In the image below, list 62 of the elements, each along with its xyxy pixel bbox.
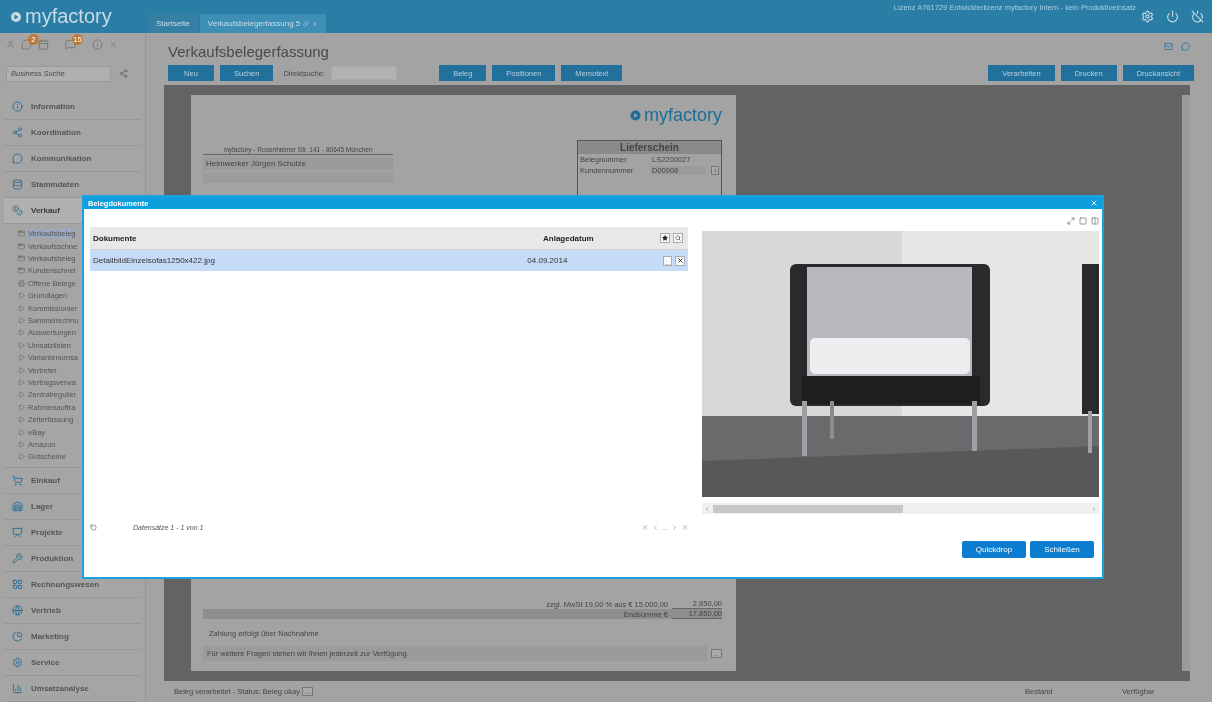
columns-icon[interactable]	[1091, 217, 1099, 225]
tab[interactable]: Startseite	[148, 14, 198, 33]
pie-chart-icon	[12, 631, 23, 642]
dialog-button[interactable]: Schließen	[1030, 541, 1094, 558]
app-logo: myfactory	[10, 5, 148, 28]
table-cell-text: 04.09.2014	[527, 256, 569, 265]
wrench-icon	[12, 553, 23, 564]
count-badge: 15	[72, 34, 83, 46]
presentation-icon	[12, 527, 23, 538]
globe-icon	[12, 605, 23, 616]
settings-icon	[12, 657, 23, 668]
window-icon	[18, 255, 25, 263]
page-title: Verkaufsbelegerfassung	[168, 42, 329, 62]
mail-icon[interactable]	[1164, 42, 1173, 51]
scrollbar[interactable]	[1182, 95, 1190, 671]
logout-icon[interactable]	[1191, 10, 1204, 23]
first-page-icon[interactable]	[642, 523, 650, 531]
frame-icon[interactable]	[1079, 217, 1087, 225]
window-icon	[18, 267, 25, 275]
horizontal-scrollbar[interactable]	[702, 503, 1099, 514]
fit-icon[interactable]	[1067, 217, 1075, 225]
document-logo: myfactory	[630, 105, 722, 126]
column-header[interactable]: Dokumente	[93, 233, 543, 243]
warehouse-icon	[12, 501, 23, 512]
notification-icon[interactable]	[21, 39, 32, 51]
database-icon	[12, 178, 23, 190]
coins-icon	[12, 204, 23, 216]
network-icon	[12, 126, 23, 138]
printer-icon	[18, 279, 25, 287]
info-icon	[12, 100, 23, 112]
chat-icon[interactable]	[1181, 42, 1190, 51]
bar-chart-icon	[12, 683, 23, 694]
table-cell-text: DetailbildEinzelsofas1250x422.jpg	[93, 256, 216, 265]
dialog-button[interactable]: Quickdrop	[962, 541, 1026, 558]
power-icon[interactable]	[1166, 10, 1179, 23]
link-icon[interactable]	[119, 69, 128, 79]
settings-icon[interactable]	[1141, 10, 1154, 23]
tab[interactable]: Verkaufsbelegerfassung 5	[199, 14, 327, 33]
info-icon[interactable]	[92, 39, 103, 51]
window-icon	[18, 230, 25, 238]
refresh-icon[interactable]	[90, 523, 97, 531]
next-page-icon[interactable]	[671, 523, 678, 531]
scroll-right-icon[interactable]	[1091, 505, 1097, 512]
search-icon[interactable]	[673, 233, 683, 243]
document-type: Lieferschein	[578, 141, 721, 154]
link-icon[interactable]	[303, 20, 310, 27]
calendar-icon[interactable]	[38, 39, 49, 51]
column-header[interactable]: Anlagedatum	[543, 233, 655, 243]
count-badge: 2	[28, 34, 39, 46]
window-icon	[18, 242, 25, 250]
star-icon[interactable]	[660, 233, 670, 243]
delete-icon[interactable]	[675, 255, 685, 266]
scroll-left-icon[interactable]	[704, 505, 710, 512]
last-page-icon[interactable]	[681, 523, 688, 531]
grid-icon	[12, 579, 23, 590]
chat-icon	[12, 152, 23, 164]
previous-page-icon[interactable]	[652, 523, 660, 531]
close-icon[interactable]	[109, 40, 118, 50]
recipient-field[interactable]: Heimwerker Jürgen Schulze	[203, 157, 393, 170]
close-icon[interactable]	[312, 20, 319, 27]
person-icon[interactable]	[6, 40, 15, 50]
cart-icon	[12, 475, 23, 486]
